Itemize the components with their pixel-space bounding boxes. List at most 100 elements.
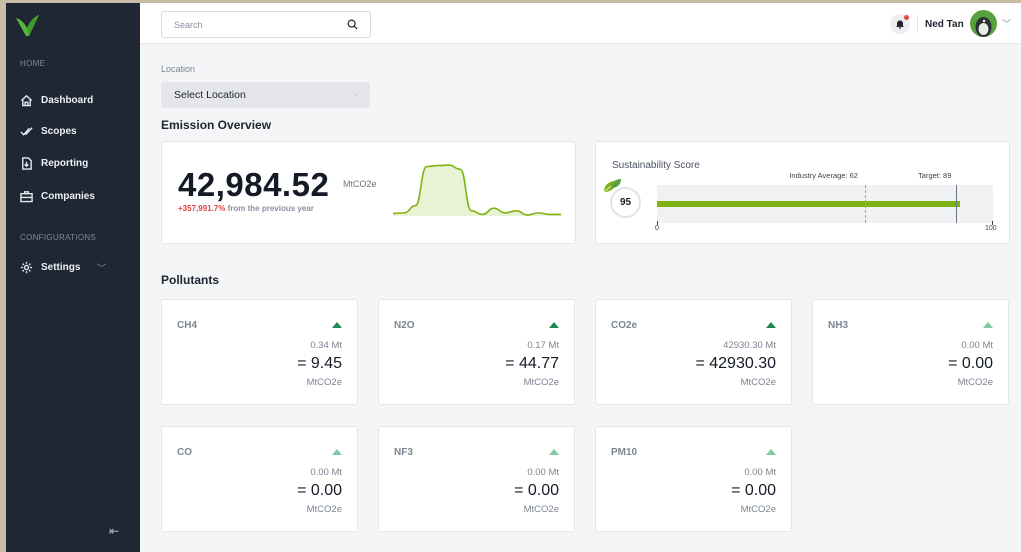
pollutant-co2e-value: = 44.77 xyxy=(505,355,559,372)
sidebar-item-label: Reporting xyxy=(41,158,89,169)
sidebar-item-settings[interactable]: Settings ﹀ xyxy=(20,260,106,275)
pollutant-name: CO xyxy=(177,447,192,458)
pollutant-co2e-value: = 42930.30 xyxy=(695,355,776,372)
sidebar-item-label: Companies xyxy=(41,191,95,202)
axis-tick-min xyxy=(657,221,658,225)
chevron-down-icon: ﹀ xyxy=(96,264,107,275)
score-bar-fill xyxy=(657,201,961,207)
sidebar-item-scopes[interactable]: Scopes xyxy=(20,125,77,138)
section-home: HOME xyxy=(20,59,46,68)
change-value: +357,991.7% xyxy=(178,204,226,213)
collapse-sidebar-icon[interactable]: ⇤ xyxy=(109,524,119,538)
trend-up-icon xyxy=(766,322,776,328)
location-label: Location xyxy=(161,64,196,74)
topbar: Search Ned Tan ﹀ xyxy=(140,3,1021,44)
pollutant-unit: MtCO2e xyxy=(957,377,993,388)
pollutant-card[interactable]: CO2e 42930.30 Mt = 42930.30 MtCO2e xyxy=(595,299,792,405)
sidebar-item-dashboard[interactable]: Dashboard xyxy=(20,94,93,107)
user-name[interactable]: Ned Tan xyxy=(925,19,964,30)
total-emission-value: 42,984.52 xyxy=(178,166,330,203)
pollutant-unit: MtCO2e xyxy=(306,504,342,515)
target-marker xyxy=(956,185,958,223)
pollutant-name: NH3 xyxy=(828,320,849,331)
trend-up-icon xyxy=(549,322,559,328)
emission-overview-card: 42,984.52 MtCO2e +357,991.7% from the pr… xyxy=(161,141,576,244)
pollutant-co2e-value: = 0.00 xyxy=(514,482,559,499)
sidebar-item-label: Settings xyxy=(41,262,81,273)
pollutant-card[interactable]: NH3 0.00 Mt = 0.00 MtCO2e xyxy=(812,299,1009,405)
pollutant-card[interactable]: N2O 0.17 Mt = 44.77 MtCO2e xyxy=(378,299,575,405)
sparkline-area xyxy=(393,165,561,216)
chevron-down-icon[interactable]: ﹀ xyxy=(1002,17,1011,30)
divider xyxy=(917,15,918,33)
industry-average-marker xyxy=(865,185,867,223)
pollutant-card[interactable]: CO 0.00 Mt = 0.00 MtCO2e xyxy=(161,426,358,532)
axis-min-label: 0 xyxy=(655,225,659,232)
pollutant-card[interactable]: CH4 0.34 Mt = 9.45 MtCO2e xyxy=(161,299,358,405)
select-caret-icon: - xyxy=(354,91,357,99)
sidebar-item-reporting[interactable]: Reporting xyxy=(20,157,88,170)
total-emission-unit: MtCO2e xyxy=(343,179,377,189)
pollutant-mass: 0.00 Mt xyxy=(527,467,559,478)
industry-average-label: Industry Average: 62 xyxy=(789,171,858,180)
trend-up-icon xyxy=(332,322,342,328)
pollutant-name: CH4 xyxy=(177,320,198,331)
check-icon xyxy=(20,127,33,136)
briefcase-icon xyxy=(20,191,33,203)
home-icon xyxy=(20,94,33,107)
score-value: 95 xyxy=(610,187,641,218)
pollutant-name: NF3 xyxy=(394,447,413,458)
pollutant-unit: MtCO2e xyxy=(740,377,776,388)
sustainability-title: Sustainability Score xyxy=(612,160,700,171)
axis-tick-max xyxy=(992,221,993,225)
trend-up-icon xyxy=(983,322,993,328)
pollutant-name: N2O xyxy=(394,320,415,331)
pollutant-mass: 0.17 Mt xyxy=(527,340,559,351)
pollutant-mass: 0.34 Mt xyxy=(310,340,342,351)
pollutant-name: PM10 xyxy=(611,447,638,458)
sidebar: HOME Dashboard Scopes Reporting Companie… xyxy=(6,3,140,552)
pollutant-co2e-value: = 0.00 xyxy=(297,482,342,499)
avatar[interactable] xyxy=(970,10,997,37)
sustainability-score-card: Sustainability Score Industry Average: 6… xyxy=(595,141,1010,244)
emission-sparkline xyxy=(392,164,561,216)
target-label: Target: 89 xyxy=(918,171,952,180)
pollutant-unit: MtCO2e xyxy=(523,377,559,388)
sidebar-item-label: Scopes xyxy=(41,126,77,137)
bell-icon xyxy=(896,20,904,29)
sidebar-item-label: Dashboard xyxy=(41,95,94,106)
pollutant-mass: 42930.30 Mt xyxy=(723,340,776,351)
emission-change: +357,991.7% from the previous year xyxy=(178,204,314,213)
pollutant-card[interactable]: PM10 0.00 Mt = 0.00 MtCO2e xyxy=(595,426,792,532)
brand-logo[interactable] xyxy=(13,11,41,39)
pollutant-co2e-value: = 0.00 xyxy=(731,482,776,499)
notifications-button[interactable] xyxy=(890,14,910,34)
pollutant-mass: 0.00 Mt xyxy=(310,467,342,478)
pollutant-mass: 0.00 Mt xyxy=(961,340,993,351)
pollutants-title: Pollutants xyxy=(161,273,220,287)
pollutant-unit: MtCO2e xyxy=(306,377,342,388)
pollutant-co2e-value: = 0.00 xyxy=(948,355,993,372)
search-icon[interactable] xyxy=(347,19,358,30)
search-placeholder: Search xyxy=(174,19,203,30)
location-select[interactable]: Select Location - xyxy=(161,82,370,108)
location-select-value: Select Location xyxy=(174,89,246,101)
change-text: from the previous year xyxy=(227,204,314,213)
pollutant-co2e-value: = 9.45 xyxy=(297,355,342,372)
pollutant-unit: MtCO2e xyxy=(740,504,776,515)
search-input[interactable]: Search xyxy=(161,11,371,38)
report-icon xyxy=(22,157,32,170)
main-content: Search Ned Tan ﹀ Location Select Locatio… xyxy=(140,3,1021,552)
trend-up-icon xyxy=(332,449,342,455)
pollutant-mass: 0.00 Mt xyxy=(744,467,776,478)
gear-icon xyxy=(20,261,33,274)
axis-max-label: 100 xyxy=(985,225,997,232)
pollutant-unit: MtCO2e xyxy=(523,504,559,515)
trend-up-icon xyxy=(766,449,776,455)
section-configurations: CONFIGURATIONS xyxy=(20,233,97,242)
pollutant-card[interactable]: NF3 0.00 Mt = 0.00 MtCO2e xyxy=(378,426,575,532)
pollutant-name: CO2e xyxy=(611,320,638,331)
notification-badge xyxy=(904,15,909,20)
sidebar-item-companies[interactable]: Companies xyxy=(20,190,95,203)
app-window: HOME Dashboard Scopes Reporting Companie… xyxy=(6,3,1021,552)
